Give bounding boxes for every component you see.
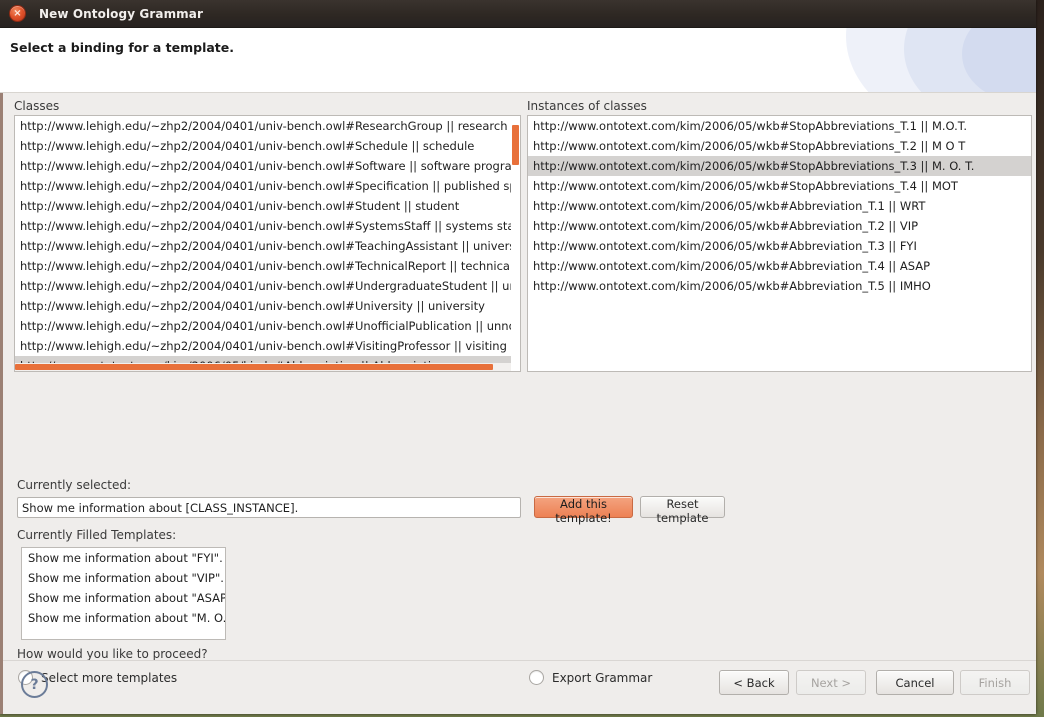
- selected-template-input[interactable]: [17, 497, 521, 518]
- header-banner: Select a binding for a template.: [0, 28, 1036, 93]
- finish-button: Finish: [960, 670, 1030, 695]
- instances-rows: http://www.ontotext.com/kim/2006/05/wkb#…: [528, 116, 1031, 296]
- currently-selected-label: Currently selected:: [17, 478, 131, 492]
- instances-listbox[interactable]: http://www.ontotext.com/kim/2006/05/wkb#…: [527, 115, 1032, 372]
- back-button[interactable]: < Back: [719, 670, 789, 695]
- help-icon[interactable]: ?: [21, 671, 48, 698]
- dialog-body: Classes http://www.lehigh.edu/~zhp2/2004…: [0, 93, 1036, 714]
- footer-bar: ? < Back Next > Cancel Finish: [3, 660, 1036, 714]
- banner-decoration-outer: [846, 28, 1036, 93]
- classes-vertical-scroll-thumb[interactable]: [512, 125, 519, 165]
- instances-list-item[interactable]: http://www.ontotext.com/kim/2006/05/wkb#…: [528, 216, 1031, 236]
- window-title: New Ontology Grammar: [39, 7, 203, 21]
- filled-template-item[interactable]: Show me information about "VIP".: [22, 568, 225, 588]
- instances-list-item[interactable]: http://www.ontotext.com/kim/2006/05/wkb#…: [528, 156, 1031, 176]
- instances-list-item[interactable]: http://www.ontotext.com/kim/2006/05/wkb#…: [528, 256, 1031, 276]
- classes-list-item[interactable]: http://www.lehigh.edu/~zhp2/2004/0401/un…: [15, 236, 520, 256]
- proceed-question-label: How would you like to proceed?: [17, 647, 208, 661]
- classes-list-item[interactable]: http://www.lehigh.edu/~zhp2/2004/0401/un…: [15, 336, 520, 356]
- classes-list-item[interactable]: http://www.lehigh.edu/~zhp2/2004/0401/un…: [15, 216, 520, 236]
- reset-template-button[interactable]: Reset template: [640, 496, 725, 518]
- banner-decoration-middle: [904, 28, 1036, 93]
- classes-label: Classes: [14, 99, 59, 113]
- filled-templates-label: Currently Filled Templates:: [17, 528, 176, 542]
- instances-list-item[interactable]: http://www.ontotext.com/kim/2006/05/wkb#…: [528, 116, 1031, 136]
- classes-listbox[interactable]: http://www.lehigh.edu/~zhp2/2004/0401/un…: [14, 115, 521, 372]
- filled-template-item[interactable]: Show me information about "M. O. T.".: [22, 608, 225, 628]
- classes-list-item[interactable]: http://www.lehigh.edu/~zhp2/2004/0401/un…: [15, 196, 520, 216]
- banner-decoration-inner: [962, 28, 1036, 93]
- instances-list-item[interactable]: http://www.ontotext.com/kim/2006/05/wkb#…: [528, 236, 1031, 256]
- classes-list-item[interactable]: http://www.lehigh.edu/~zhp2/2004/0401/un…: [15, 276, 520, 296]
- instances-list-item[interactable]: http://www.ontotext.com/kim/2006/05/wkb#…: [528, 276, 1031, 296]
- cancel-button[interactable]: Cancel: [876, 670, 954, 695]
- title-bar: × New Ontology Grammar: [0, 0, 1036, 28]
- classes-horizontal-scroll-thumb[interactable]: [15, 364, 493, 370]
- classes-list-item[interactable]: http://www.lehigh.edu/~zhp2/2004/0401/un…: [15, 296, 520, 316]
- filled-templates-rows: Show me information about "FYI".Show me …: [22, 548, 225, 628]
- instances-label: Instances of classes: [527, 99, 647, 113]
- filled-templates-listbox[interactable]: Show me information about "FYI".Show me …: [21, 547, 226, 640]
- dialog-window: × New Ontology Grammar Select a binding …: [0, 0, 1036, 714]
- filled-template-item[interactable]: Show me information about "FYI".: [22, 548, 225, 568]
- classes-list-item[interactable]: http://www.lehigh.edu/~zhp2/2004/0401/un…: [15, 316, 520, 336]
- instances-list-item[interactable]: http://www.ontotext.com/kim/2006/05/wkb#…: [528, 196, 1031, 216]
- next-button: Next >: [796, 670, 866, 695]
- instances-list-item[interactable]: http://www.ontotext.com/kim/2006/05/wkb#…: [528, 136, 1031, 156]
- classes-list-item[interactable]: http://www.lehigh.edu/~zhp2/2004/0401/un…: [15, 116, 520, 136]
- instances-list-item[interactable]: http://www.ontotext.com/kim/2006/05/wkb#…: [528, 176, 1031, 196]
- page-title: Select a binding for a template.: [10, 40, 234, 55]
- close-icon[interactable]: ×: [9, 5, 26, 22]
- filled-template-item[interactable]: Show me information about "ASAP".: [22, 588, 225, 608]
- classes-rows: http://www.lehigh.edu/~zhp2/2004/0401/un…: [15, 116, 520, 372]
- classes-list-item[interactable]: http://www.lehigh.edu/~zhp2/2004/0401/un…: [15, 156, 520, 176]
- classes-vertical-scrollbar[interactable]: [511, 116, 520, 371]
- add-template-button[interactable]: Add this template!: [534, 496, 633, 518]
- classes-list-item[interactable]: http://www.lehigh.edu/~zhp2/2004/0401/un…: [15, 176, 520, 196]
- classes-list-item[interactable]: http://www.lehigh.edu/~zhp2/2004/0401/un…: [15, 256, 520, 276]
- classes-horizontal-scrollbar[interactable]: [15, 363, 511, 371]
- classes-list-item[interactable]: http://www.lehigh.edu/~zhp2/2004/0401/un…: [15, 136, 520, 156]
